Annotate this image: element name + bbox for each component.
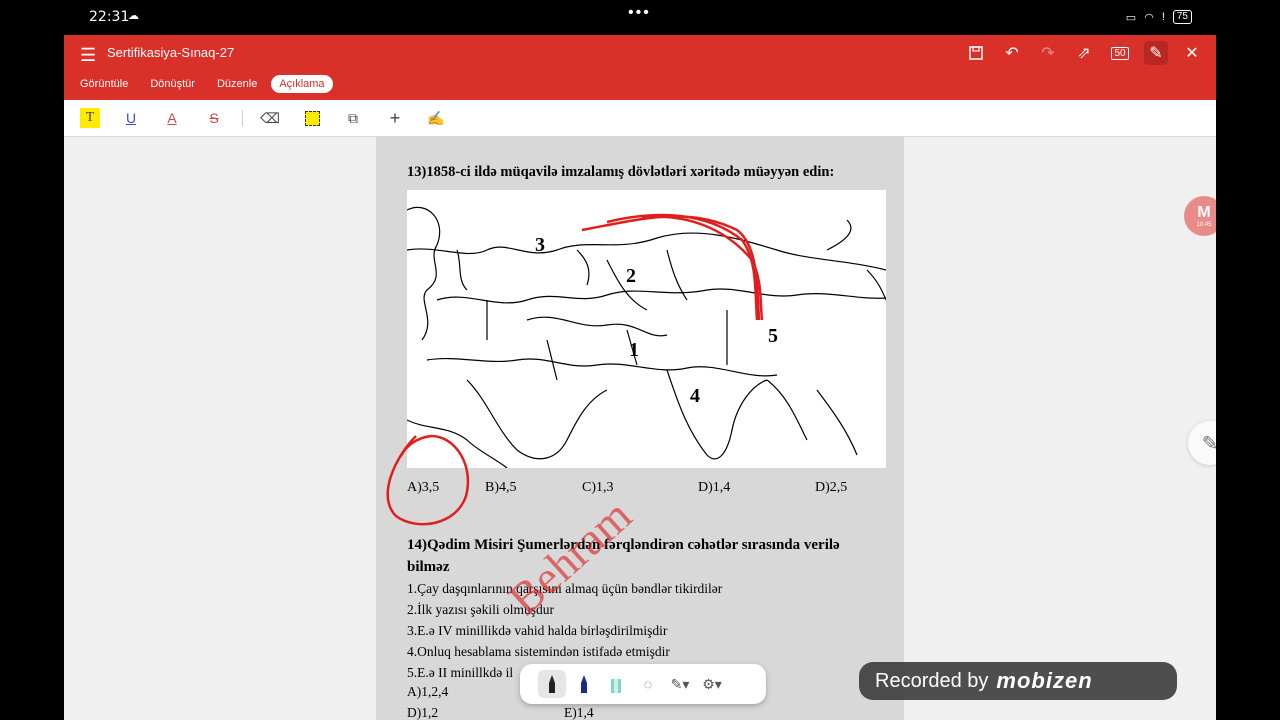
- floating-pen-button[interactable]: ✎: [1188, 421, 1216, 465]
- answer-13-c: C)1,3: [582, 480, 614, 495]
- hamburger-menu-icon[interactable]: ☰: [80, 45, 96, 66]
- clock: 22:31: [89, 9, 130, 25]
- tab-annotate[interactable]: Açıklama: [271, 75, 333, 93]
- floating-pen-toolbar: ◌ ✎▾ ⚙▾: [520, 664, 766, 704]
- map-image: 3 2 1 4 5: [406, 190, 887, 469]
- map-label-3: 3: [535, 234, 545, 256]
- lasso-icon[interactable]: ◌: [634, 670, 662, 698]
- question-14-item-3: 3.E.ə IV minillikdə vahid halda birləşdi…: [407, 623, 668, 638]
- highlighter-icon[interactable]: [602, 670, 630, 698]
- map-label-1: 1: [629, 339, 639, 361]
- answer-13-b: B)4,5: [485, 480, 517, 495]
- more-dots-icon[interactable]: •••: [628, 4, 651, 22]
- redo-icon[interactable]: ↷: [1036, 41, 1060, 65]
- gear-icon[interactable]: ⚙▾: [698, 670, 726, 698]
- pen-edit-icon[interactable]: ✎: [1144, 41, 1168, 65]
- close-icon[interactable]: ✕: [1180, 41, 1204, 65]
- answer-13-a: A)3,5: [407, 480, 440, 495]
- area-highlight-icon[interactable]: [302, 108, 322, 128]
- system-icons: ▭ ◠ ! 75: [1126, 10, 1192, 24]
- alert-icon: !: [1161, 11, 1165, 23]
- squiggly-text-icon[interactable]: A: [162, 108, 182, 128]
- recorder-bubble-time: 10:45: [1196, 222, 1212, 228]
- recorder-bubble-letter: M: [1197, 204, 1211, 221]
- signature-icon[interactable]: ✍: [426, 108, 446, 128]
- question-14-item-2: 2.İlk yazısı şəkili olmuşdur: [407, 602, 554, 617]
- status-bar: 22:31 ☁ ••• ▭ ◠ ! 75: [0, 0, 1280, 35]
- top-toolbar: ☰ Sertifikasiya-Sınaq-27 Görüntüle Dönüş…: [64, 35, 1216, 100]
- page-count-icon[interactable]: 50: [1108, 41, 1132, 65]
- recorder-bubble[interactable]: M 10:45: [1184, 196, 1216, 236]
- pdf-page: 13)1858-ci ildə müqavilə imzalamış dövlə…: [376, 136, 904, 720]
- toolbar-divider: [242, 110, 243, 126]
- tab-view[interactable]: Görüntüle: [72, 75, 136, 93]
- answer-14-a: A)1,2,4: [407, 684, 449, 699]
- recorded-by-label: Recorded by: [875, 669, 989, 692]
- highlight-text-icon[interactable]: T: [80, 108, 100, 128]
- map-label-5: 5: [768, 325, 778, 347]
- undo-icon[interactable]: ↶: [1000, 41, 1024, 65]
- question-14-item-4: 4.Onluq hesablama sistemindən istifadə e…: [407, 644, 670, 659]
- pen-settings-icon[interactable]: ✎▾: [666, 670, 694, 698]
- underline-icon[interactable]: U: [121, 108, 141, 128]
- add-icon[interactable]: +: [385, 108, 405, 128]
- recorder-brand: mobizen: [996, 668, 1093, 693]
- wifi-icon: ◠: [1144, 11, 1154, 24]
- document-title: Sertifikasiya-Sınaq-27: [107, 45, 235, 60]
- map-label-4: 4: [690, 385, 700, 407]
- shapes-icon[interactable]: ⧉: [343, 108, 363, 128]
- tab-convert[interactable]: Dönüştür: [142, 75, 203, 93]
- toolbar-actions: ↶ ↷ ⇗ 50 ✎ ✕: [964, 41, 1204, 65]
- recorded-by-badge: Recorded by mobizen: [859, 662, 1177, 700]
- answer-13-d: D)1,4: [698, 480, 731, 495]
- answer-14-d: D)1,2: [407, 705, 439, 720]
- asia-outline-map: 3 2 1 4 5: [406, 206, 887, 469]
- blue-pen-icon[interactable]: [570, 670, 598, 698]
- eraser-icon[interactable]: ⌫: [260, 108, 280, 128]
- cloud-icon: ☁: [128, 10, 139, 22]
- cast-icon: ▭: [1125, 11, 1137, 24]
- map-label-2: 2: [626, 265, 636, 287]
- page-count: 50: [1111, 46, 1129, 60]
- pdf-app: ☰ Sertifikasiya-Sınaq-27 Görüntüle Dönüş…: [64, 35, 1216, 720]
- strikethrough-icon[interactable]: S: [204, 108, 224, 128]
- save-icon[interactable]: [964, 41, 988, 65]
- mode-tabs: Görüntüle Dönüştür Düzenle Açıklama: [72, 75, 333, 93]
- answer-13-e: D)2,5: [815, 480, 848, 495]
- answer-14-e: E)1,4: [564, 705, 594, 720]
- battery-icon: 75: [1172, 10, 1192, 24]
- question-13-text: 13)1858-ci ildə müqavilə imzalamış dövlə…: [407, 164, 835, 180]
- annotation-toolbar: T U A S ⌫ ⧉ + ✍: [64, 100, 1216, 137]
- share-icon[interactable]: ⇗: [1072, 41, 1096, 65]
- tab-edit[interactable]: Düzenle: [209, 75, 265, 93]
- black-pen-icon[interactable]: [538, 670, 566, 698]
- question-14-item-1: 1.Çay daşqınlarının qarşısını almaq üçün…: [407, 581, 723, 596]
- question-14-item-5: 5.E.ə II minillkdə il: [407, 665, 514, 680]
- question-14-text: 14)Qədim Misiri Şumerlərdən fərqləndirən…: [407, 537, 840, 575]
